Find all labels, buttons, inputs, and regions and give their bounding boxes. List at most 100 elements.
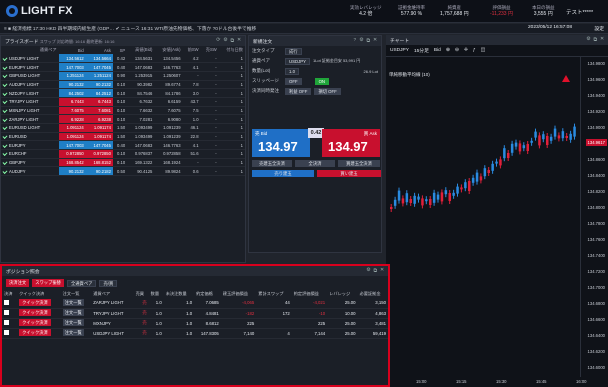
chart-link-icon[interactable]: [2, 160, 8, 166]
chart-link-icon[interactable]: [2, 142, 8, 148]
chart-link-icon[interactable]: [2, 107, 8, 113]
position-row[interactable]: クイック決済 注文一覧 TRYJPY LIGHT 売 1.0 1.0 4.8481 -182 1…: [2, 308, 388, 319]
checkbox-icon[interactable]: [4, 330, 9, 335]
position-row[interactable]: クイック決済 注文一覧 ZARJPY LIGHT 売 1.0 1.0 7.0685 -4,06…: [2, 298, 388, 309]
user-name[interactable]: テスト*****: [566, 8, 593, 16]
quick-close-button[interactable]: クイック決済: [19, 298, 51, 306]
chart-timeframe-select[interactable]: 15分足: [414, 47, 429, 54]
ask-cell[interactable]: 90.2132: [85, 80, 113, 90]
bid-cell[interactable]: 1.091124: [58, 123, 86, 133]
side-filter-select[interactable]: 売/買: [99, 279, 118, 287]
gear-icon[interactable]: ⚙: [586, 37, 590, 43]
refresh-icon[interactable]: ⟳: [216, 38, 220, 44]
quick-close-button[interactable]: クイック決済: [19, 329, 51, 336]
rate-row[interactable]: ZARJPY LIGHT 6.9228 6.9238 0.10 7.0281 6.9080…: [1, 114, 245, 124]
rate-row[interactable]: MXNJPY LIGHT 7.6075 7.6081 0.10 7.6632 7.6075…: [1, 106, 245, 116]
ask-cell[interactable]: 147.7045: [85, 140, 113, 151]
chart-link-icon[interactable]: [2, 73, 8, 79]
stop-loss-toggle[interactable]: 損切 OFF: [314, 87, 341, 95]
slippage-toggle[interactable]: OFF: [285, 77, 302, 85]
rate-row[interactable]: GBPUSD LIGHT 1.251124 1.251124 0.90 1.253915…: [1, 71, 245, 81]
crosshair-icon[interactable]: ✛: [464, 48, 468, 53]
zoom-out-icon[interactable]: ⊖: [455, 48, 459, 53]
buy-ask-button[interactable]: 買 Ask 134.97: [322, 129, 380, 157]
rate-row[interactable]: AUDJPY 90.2132 90.2182 0.50 90.4125 89.9824 0.…: [1, 166, 245, 177]
camera-icon[interactable]: ◫: [481, 48, 486, 53]
rate-row[interactable]: EURUSD 1.091124 1.091174 1.50 1.093499 1.0912…: [1, 132, 245, 142]
chart-pair-select[interactable]: USDJPY: [390, 48, 409, 53]
close-icon[interactable]: ✕: [600, 37, 604, 43]
chart-link-icon[interactable]: [2, 81, 8, 87]
indicator-icon[interactable]: ƒ: [473, 48, 476, 53]
popout-icon[interactable]: ⧉: [367, 38, 370, 44]
close-icon[interactable]: ✕: [237, 38, 241, 44]
checkbox-icon[interactable]: [4, 299, 9, 305]
ask-cell[interactable]: 1.251124: [85, 71, 113, 81]
quick-close-button[interactable]: クイック決済: [19, 309, 51, 316]
bid-cell[interactable]: 6.7443: [58, 97, 86, 107]
row-checkbox[interactable]: [2, 318, 18, 329]
row-checkbox[interactable]: [2, 308, 18, 319]
chart-link-icon[interactable]: [2, 55, 8, 61]
bid-cell[interactable]: 90.2132: [58, 80, 86, 90]
chart-link-icon[interactable]: [2, 116, 8, 122]
help-icon[interactable]: ?: [354, 38, 357, 44]
settings-button[interactable]: 設定: [594, 25, 604, 32]
bid-cell[interactable]: 84.2502: [58, 88, 86, 98]
ask-cell[interactable]: 134.5664: [85, 54, 113, 64]
chart-link-icon[interactable]: [2, 168, 8, 174]
news-ticker[interactable]: ≡ ■ 経済指標 17:30 HKD 四半期域内総生産 (GDP… ✔ ニュース…: [0, 24, 608, 34]
chart-link-icon[interactable]: [2, 64, 8, 70]
position-row[interactable]: クイック決済 注文一覧 MXNJPY 売 1.0 1.0 8.6812 225 225 25.00…: [2, 318, 388, 329]
gear-icon[interactable]: ⚙: [223, 38, 227, 44]
lot-input[interactable]: 1.0: [285, 67, 299, 75]
bid-cell[interactable]: 1.091124: [58, 132, 86, 142]
chart-link-icon[interactable]: [2, 151, 8, 157]
chart-link-icon[interactable]: [2, 134, 8, 140]
gear-icon[interactable]: ⚙: [359, 38, 363, 44]
ask-cell[interactable]: 7.6081: [85, 106, 113, 116]
checkbox-icon[interactable]: [4, 320, 9, 325]
ask-cell[interactable]: 6.9238: [85, 114, 113, 124]
bid-cell[interactable]: 7.6075: [58, 106, 86, 116]
chart-link-icon[interactable]: [2, 125, 8, 131]
row-checkbox[interactable]: [2, 298, 18, 309]
bid-cell[interactable]: 1.251124: [58, 71, 86, 81]
rate-row[interactable]: EURCHF 0.972850 0.972850 0.10 0.976837 0.9728…: [1, 149, 245, 159]
bid-cell[interactable]: 90.2132: [58, 166, 86, 177]
take-profit-toggle[interactable]: 利益 OFF: [285, 87, 312, 95]
order-type-select[interactable]: 成行: [285, 47, 302, 55]
ask-cell[interactable]: 1.091174: [85, 123, 113, 133]
close-sell-button[interactable]: 売建玉全決済: [252, 160, 292, 167]
close-icon[interactable]: ✕: [380, 268, 384, 274]
on-toggle[interactable]: ON: [314, 77, 330, 85]
rate-row[interactable]: EURJPY LIGHT 147.7003 147.7045 0.40 147.0683…: [1, 62, 245, 72]
close-icon[interactable]: ✕: [373, 38, 377, 44]
checkbox-icon[interactable]: [4, 310, 9, 315]
chart-link-icon[interactable]: [2, 99, 8, 105]
ask-cell[interactable]: 84.2512: [85, 88, 113, 98]
rate-row[interactable]: USDJPY LIGHT 134.5612 134.5664 0.42 134.5631…: [1, 54, 245, 64]
popout-icon[interactable]: ⧉: [374, 268, 377, 274]
position-row[interactable]: クイック決済 注文一覧 USDJPY LIGHT 売 1.0 1.0 147.8305 7,1…: [2, 328, 388, 339]
chart-side-select[interactable]: Bid: [434, 48, 441, 53]
chart-panel[interactable]: チャート ⚙ ⧉ ✕ USDJPY 15分足 Bid ⊕ ⊖ ✛ ƒ ◫ 単純移動平均…: [386, 35, 608, 387]
rate-row[interactable]: EURUSD LIGHT 1.091124 1.091174 1.50 1.093499…: [1, 123, 245, 133]
rate-row[interactable]: TRYJPY LIGHT 6.7443 6.7443 0.10 6.7632 6.6159…: [1, 97, 245, 107]
bid-cell[interactable]: 0.972850: [58, 149, 86, 159]
swap-transfer-button[interactable]: スワップ振替: [32, 279, 64, 287]
ask-cell[interactable]: 168.8152: [85, 158, 113, 168]
row-checkbox[interactable]: [2, 328, 18, 339]
order-list-button[interactable]: 注文一覧: [62, 329, 84, 336]
bid-cell[interactable]: 168.8542: [58, 158, 86, 168]
ask-cell[interactable]: 147.7045: [85, 62, 113, 72]
close-all-button[interactable]: 全決済: [295, 160, 335, 167]
bid-cell[interactable]: 6.9228: [58, 114, 86, 124]
ask-cell[interactable]: 6.7443: [85, 97, 113, 107]
zoom-in-icon[interactable]: ⊕: [446, 48, 450, 53]
ask-cell[interactable]: 0.972850: [85, 149, 113, 159]
close-buy-button[interactable]: 買建玉全決済: [338, 160, 380, 167]
order-list-button[interactable]: 注文一覧: [62, 309, 84, 316]
popout-icon[interactable]: ⧉: [594, 37, 597, 43]
quick-close-button[interactable]: クイック決済: [19, 319, 51, 326]
